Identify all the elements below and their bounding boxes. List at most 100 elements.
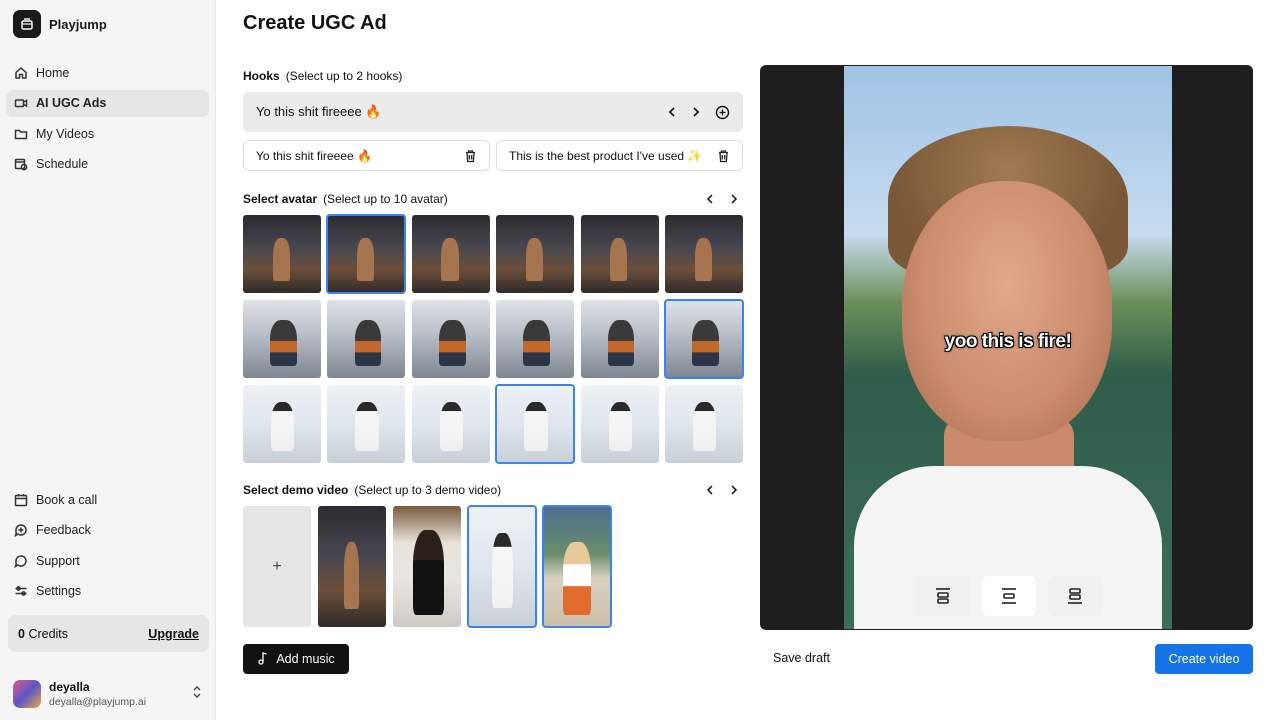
avatar-option[interactable] xyxy=(411,385,490,463)
sidebar-item-label: Schedule xyxy=(36,157,89,171)
sidebar-item-label: Home xyxy=(36,65,70,80)
chevron-left-icon[interactable] xyxy=(705,484,715,496)
align-top-icon xyxy=(936,588,950,604)
sidebar-item-ai-ugc-ads[interactable]: AI UGC Ads xyxy=(6,89,209,117)
calendar-clock-icon xyxy=(14,157,28,171)
home-icon xyxy=(14,66,28,80)
add-music-label: Add music xyxy=(276,652,335,666)
avatar xyxy=(13,680,41,708)
avatar-option[interactable] xyxy=(327,300,406,378)
sliders-icon xyxy=(14,584,28,598)
avatar-option[interactable] xyxy=(580,215,659,293)
avatar-option[interactable] xyxy=(663,299,744,379)
sidebar-item-feedback[interactable]: Feedback xyxy=(6,517,209,544)
demo-video-option[interactable] xyxy=(467,505,537,628)
playjump-logo-icon xyxy=(13,10,41,38)
sidebar-item-support[interactable]: Support xyxy=(6,547,209,574)
hooks-section-label: Hooks (Select up to 2 hooks) xyxy=(243,69,403,83)
folder-icon xyxy=(14,127,28,141)
add-hook-icon[interactable] xyxy=(715,105,730,120)
avatar-option[interactable] xyxy=(326,214,407,294)
hook-chip-text: Yo this shit fireeee 🔥 xyxy=(256,148,372,163)
sidebar-item-home[interactable]: Home xyxy=(6,59,209,86)
sidebar-item-settings[interactable]: Settings xyxy=(6,578,209,605)
chevron-up-down-icon[interactable] xyxy=(191,685,203,704)
brand[interactable]: Playjump xyxy=(13,10,107,38)
app-root: Playjump Home AI UGC Ads My Videos Sched… xyxy=(0,0,1280,720)
main-content: Create UGC Ad Hooks (Select up to 2 hooks… xyxy=(216,0,1280,720)
avatar-option[interactable] xyxy=(243,385,321,463)
video-preview-panel: yoo this is fire! xyxy=(760,65,1253,630)
sidebar-item-book-a-call[interactable]: Book a call xyxy=(6,486,209,513)
hook-controls xyxy=(667,105,730,120)
sidebar-item-label: AI UGC Ads xyxy=(36,96,107,110)
music-note-icon xyxy=(257,651,268,668)
avatar-option[interactable] xyxy=(664,215,743,293)
caption-position-bottom-button[interactable] xyxy=(1048,576,1102,616)
user-name: deyalla xyxy=(49,680,90,694)
chevron-left-icon[interactable] xyxy=(705,193,715,205)
avatar-pager xyxy=(705,193,739,205)
demo-section-label: Select demo video (Select up to 3 demo vi… xyxy=(243,483,502,497)
selected-hook-chip: This is the best product I've used ✨ xyxy=(496,140,743,171)
add-demo-video-button[interactable]: + xyxy=(243,506,311,627)
sidebar-item-label: Feedback xyxy=(36,523,91,537)
main-nav: Home AI UGC Ads My Videos Schedule xyxy=(6,59,209,181)
secondary-nav: Book a call Feedback Support Settings xyxy=(6,486,209,608)
credits-panel: 0 Credits Upgrade xyxy=(8,615,209,652)
video-preview[interactable]: yoo this is fire! xyxy=(844,66,1172,629)
sidebar-item-label: My Videos xyxy=(36,126,95,141)
avatar-option[interactable] xyxy=(495,384,576,464)
avatar-option[interactable] xyxy=(580,300,659,378)
avatar-option[interactable] xyxy=(411,300,490,378)
demo-video-option[interactable] xyxy=(542,505,612,628)
video-caption: yoo this is fire! xyxy=(944,331,1072,352)
avatar-option[interactable] xyxy=(243,300,321,378)
demo-video-option[interactable] xyxy=(318,506,386,627)
caption-position-controls xyxy=(916,576,1102,616)
avatar-option[interactable] xyxy=(243,215,321,293)
caption-position-middle-button[interactable] xyxy=(982,576,1036,616)
sidebar-item-label: Support xyxy=(36,553,80,568)
sidebar-item-schedule[interactable]: Schedule xyxy=(6,151,209,178)
trash-icon[interactable] xyxy=(717,149,730,163)
avatar-option[interactable] xyxy=(496,300,575,378)
page-title: Create UGC Ad xyxy=(243,12,387,34)
demo-video-option[interactable] xyxy=(393,506,461,627)
selected-hook-chip: Yo this shit fireeee 🔥 xyxy=(243,140,490,171)
hook-chip-text: This is the best product I've used ✨ xyxy=(509,148,703,163)
avatar-option[interactable] xyxy=(411,215,490,293)
sidebar: Playjump Home AI UGC Ads My Videos Sched… xyxy=(0,0,216,720)
avatar-option[interactable] xyxy=(327,385,406,463)
video-camera-icon xyxy=(14,96,28,110)
user-menu[interactable]: deyalla deyalla@playjump.ai xyxy=(13,680,203,708)
sidebar-item-my-videos[interactable]: My Videos xyxy=(6,120,209,147)
brand-name: Playjump xyxy=(49,16,107,32)
avatar-option[interactable] xyxy=(664,385,743,463)
calendar-icon xyxy=(14,493,28,507)
caption-position-top-button[interactable] xyxy=(916,576,970,616)
chevron-right-icon[interactable] xyxy=(729,484,739,496)
chevron-right-icon[interactable] xyxy=(729,193,739,205)
avatar-option[interactable] xyxy=(496,215,575,293)
avatar-option[interactable] xyxy=(580,385,659,463)
upgrade-link[interactable]: Upgrade xyxy=(148,627,199,641)
sidebar-item-label: Settings xyxy=(36,584,82,598)
chevron-left-icon[interactable] xyxy=(667,106,677,118)
chat-icon xyxy=(14,554,28,568)
align-middle-icon xyxy=(1002,588,1016,604)
avatar-section-label: Select avatar (Select up to 10 avatar) xyxy=(243,192,448,206)
hook-selector[interactable]: Yo this shit fireeee 🔥 xyxy=(243,92,743,132)
sidebar-item-label: Book a call xyxy=(36,492,98,507)
add-music-button[interactable]: Add music xyxy=(243,644,349,674)
create-video-button[interactable]: Create video xyxy=(1155,644,1253,674)
chevron-right-icon[interactable] xyxy=(691,106,701,118)
plus-icon: + xyxy=(272,557,282,575)
save-draft-button[interactable]: Save draft xyxy=(773,651,830,665)
demo-pager xyxy=(705,484,739,496)
message-icon xyxy=(14,523,28,537)
avatar-grid xyxy=(243,214,744,464)
trash-icon[interactable] xyxy=(464,149,477,163)
preview-subject-face xyxy=(902,181,1112,441)
credits-count: 0 Credits xyxy=(18,626,69,641)
